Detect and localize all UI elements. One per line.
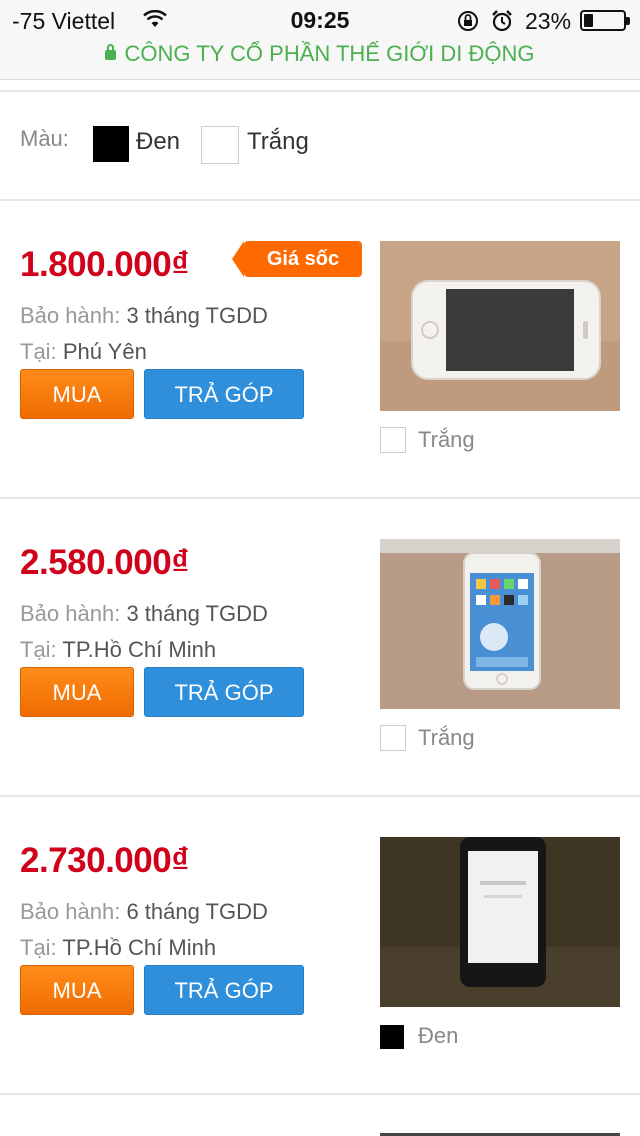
warranty-info: Bảo hành: 6 tháng TGDD	[20, 899, 268, 925]
buy-button[interactable]: MUA	[20, 667, 134, 717]
secure-site-label[interactable]: CÔNG TY CỔ PHẦN THẾ GIỚI DI ĐỘNG	[0, 41, 640, 67]
location-value: TP.Hồ Chí Minh	[62, 935, 217, 960]
product-color-swatch	[380, 1025, 404, 1049]
warranty-info: Bảo hành: 3 tháng TGDD	[20, 303, 268, 329]
product-price: 1.800.000₫	[20, 245, 189, 284]
location-label: Tại:	[20, 935, 57, 960]
product-color-swatch	[380, 427, 406, 453]
color-option-black-swatch[interactable]	[93, 126, 129, 162]
location-label: Tại:	[20, 339, 57, 364]
location-label: Tại:	[20, 637, 57, 662]
installment-button[interactable]: TRẢ GÓP	[144, 369, 304, 419]
color-filter-label: Màu:	[20, 126, 69, 151]
color-filter: Màu: Đen Trắng	[0, 92, 640, 200]
location-value: TP.Hồ Chí Minh	[62, 637, 217, 662]
battery-percentage: 23%	[525, 8, 572, 34]
lock-icon	[105, 44, 117, 60]
product-photo[interactable]	[380, 539, 620, 709]
product-price: 2.580.000₫	[20, 543, 189, 582]
product-card[interactable]: 2.730.000₫ Bảo hành: 6 tháng TGDD Tại: T…	[0, 797, 640, 1093]
battery-icon	[580, 10, 630, 31]
product-color-swatch	[380, 725, 406, 751]
installment-button[interactable]: TRẢ GÓP	[144, 965, 304, 1015]
warranty-label: Bảo hành:	[20, 899, 121, 924]
orientation-lock-icon	[456, 9, 480, 38]
color-option-white-swatch[interactable]	[201, 126, 239, 164]
warranty-label: Bảo hành:	[20, 303, 121, 328]
product-card[interactable]: 2.580.000₫ Bảo hành: 3 tháng TGDD Tại: T…	[0, 499, 640, 795]
warranty-info: Bảo hành: 3 tháng TGDD	[20, 601, 268, 627]
product-color-label: Đen	[418, 1023, 459, 1048]
color-option-white-label[interactable]: Trắng	[247, 128, 309, 156]
warranty-value: 3 tháng TGDD	[126, 601, 268, 626]
location-info: Tại: Phú Yên	[20, 339, 147, 365]
product-photo[interactable]	[380, 837, 620, 1007]
alarm-icon	[490, 9, 514, 38]
status-bar: -75 Viettel 09:25 23% CÔNG TY CỔ PHẦN TH…	[0, 0, 640, 80]
location-info: Tại: TP.Hồ Chí Minh	[20, 935, 216, 961]
buy-button[interactable]: MUA	[20, 369, 134, 419]
location-value: Phú Yên	[62, 339, 147, 364]
warranty-label: Bảo hành:	[20, 601, 121, 626]
color-option-black-label[interactable]: Đen	[136, 128, 180, 156]
product-color-label: Trắng	[418, 427, 475, 452]
warranty-value: 6 tháng TGDD	[126, 899, 268, 924]
product-price: 2.730.000₫	[20, 841, 189, 880]
buy-button[interactable]: MUA	[20, 965, 134, 1015]
installment-button[interactable]: TRẢ GÓP	[144, 667, 304, 717]
product-photo[interactable]	[380, 241, 620, 411]
location-info: Tại: TP.Hồ Chí Minh	[20, 637, 216, 663]
warranty-value: 3 tháng TGDD	[126, 303, 268, 328]
site-owner-text: CÔNG TY CỔ PHẦN THẾ GIỚI DI ĐỘNG	[124, 41, 535, 66]
product-card[interactable]: 1.800.000₫ Giá sốc Bảo hành: 3 tháng TGD…	[0, 201, 640, 497]
divider	[0, 1093, 640, 1095]
hot-price-badge: Giá sốc	[232, 241, 362, 277]
product-color-label: Trắng	[418, 725, 475, 750]
